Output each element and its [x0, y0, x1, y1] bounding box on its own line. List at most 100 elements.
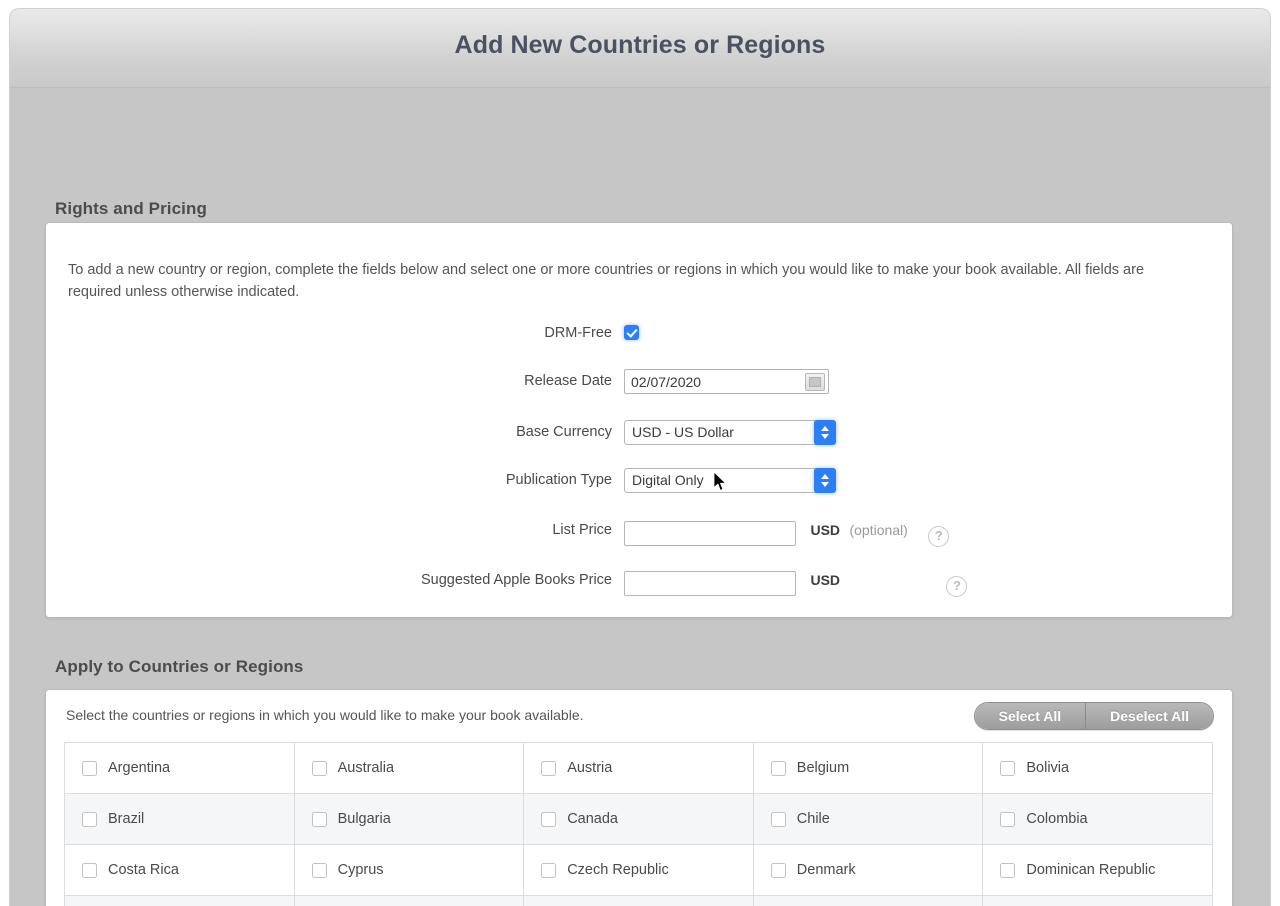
form-row-publication-type: Publication Type Digital Only — [46, 465, 1232, 495]
country-cell[interactable]: Austria — [524, 743, 754, 794]
country-cell[interactable]: Brazil — [65, 794, 295, 845]
rights-intro-text: To add a new country or region, complete… — [68, 262, 1145, 301]
country-checkbox[interactable] — [311, 760, 327, 776]
country-label: Chile — [796, 811, 830, 827]
country-label: Bulgaria — [337, 811, 391, 827]
country-label: Costa Rica — [108, 862, 179, 878]
rights-and-pricing-card: To add a new country or region, complete… — [45, 222, 1233, 618]
suggested-price-control: USD ? — [624, 565, 968, 597]
release-date-input[interactable] — [624, 369, 829, 394]
country-cell[interactable]: Canada — [524, 794, 754, 845]
help-circle-icon[interactable]: ? — [928, 526, 950, 547]
countries-hint-text: Select the countries or regions in which… — [66, 707, 584, 723]
dialog-window: Add New Countries or Regions Rights and … — [10, 9, 1270, 906]
drm-free-label: DRM-Free — [544, 325, 612, 341]
country-checkbox[interactable] — [1000, 760, 1016, 776]
country-row: Argentina Australia Austria Belgium Bolivia — [65, 743, 1213, 794]
publication-type-control: Digital Only — [624, 465, 836, 495]
country-label: Denmark — [796, 862, 856, 878]
country-label: Belgium — [796, 760, 850, 776]
chevron-updown-icon[interactable] — [814, 420, 836, 445]
country-checkbox[interactable] — [82, 760, 97, 776]
country-cell[interactable]: Bulgaria — [294, 794, 525, 845]
country-label: Cyprus — [337, 862, 384, 878]
country-cell[interactable]: Cyprus — [294, 845, 525, 896]
country-cell[interactable]: Chile — [753, 794, 984, 845]
form-row-base-currency: Base Currency USD - US Dollar — [46, 417, 1232, 447]
country-checkbox[interactable] — [541, 811, 557, 827]
country-checkbox[interactable] — [311, 862, 327, 878]
deselect-all-button[interactable]: Deselect All — [1085, 703, 1213, 729]
country-checkbox[interactable] — [770, 862, 786, 878]
country-checkbox[interactable] — [82, 811, 97, 827]
country-checkbox[interactable] — [1000, 811, 1016, 827]
base-currency-control: USD - US Dollar — [624, 417, 836, 447]
country-cell[interactable]: Ecuador — [65, 896, 295, 906]
suggested-price-input[interactable] — [624, 570, 796, 596]
country-label: Czech Republic — [567, 862, 669, 878]
country-cell[interactable]: Finland — [753, 896, 984, 906]
country-cell[interactable]: Costa Rica — [65, 845, 295, 896]
country-checkbox[interactable] — [1000, 862, 1016, 878]
country-checkbox[interactable] — [770, 811, 786, 827]
calendar-icon[interactable] — [805, 373, 825, 391]
list-price-currency-unit: USD — [810, 522, 841, 538]
list-price-input[interactable] — [624, 520, 796, 546]
country-cell[interactable]: El Salvador — [294, 896, 525, 906]
screen: Add New Countries or Regions Rights and … — [0, 0, 1280, 906]
window-title: Add New Countries or Regions — [454, 31, 826, 59]
country-cell[interactable]: Czech Republic — [524, 845, 754, 896]
publication-type-selected-value: Digital Only — [632, 472, 704, 488]
country-checkbox[interactable] — [311, 811, 327, 827]
country-label: Argentina — [108, 760, 171, 776]
suggested-price-label: Suggested Apple Books Price — [420, 572, 612, 588]
help-circle-icon[interactable]: ? — [946, 576, 968, 597]
window-body: Rights and Pricing To add a new country … — [10, 88, 1270, 906]
release-date-label: Release Date — [524, 373, 612, 389]
country-label: Australia — [337, 760, 395, 776]
country-checkbox[interactable] — [541, 862, 557, 878]
base-currency-label: Base Currency — [516, 424, 612, 440]
base-currency-select[interactable]: USD - US Dollar — [624, 420, 836, 445]
select-deselect-segmented-control: Select All Deselect All — [973, 702, 1214, 730]
suggested-price-currency-unit: USD — [810, 572, 841, 588]
country-label: Bolivia — [1026, 760, 1070, 776]
country-cell[interactable]: Bolivia — [983, 743, 1213, 794]
country-label: Austria — [567, 760, 613, 776]
country-cell[interactable]: Belgium — [753, 743, 984, 794]
chevron-updown-icon[interactable] — [814, 468, 836, 493]
drm-free-checkbox[interactable] — [624, 325, 639, 340]
rights-and-pricing-heading: Rights and Pricing — [55, 199, 207, 218]
apply-to-countries-heading: Apply to Countries or Regions — [55, 657, 304, 676]
form-row-suggested-price: Suggested Apple Books Price USD ? — [46, 565, 1232, 597]
country-cell[interactable]: Estonia — [524, 896, 754, 906]
publication-type-label: Publication Type — [505, 472, 612, 488]
country-label: Brazil — [108, 811, 145, 827]
country-cell[interactable]: Colombia — [983, 794, 1213, 845]
country-cell[interactable]: Australia — [294, 743, 525, 794]
list-price-label: List Price — [552, 522, 612, 538]
window-titlebar: Add New Countries or Regions — [10, 9, 1270, 88]
base-currency-selected-value: USD - US Dollar — [632, 424, 734, 440]
country-label: Dominican Republic — [1026, 862, 1156, 878]
select-all-button[interactable]: Select All — [974, 703, 1086, 729]
list-price-optional-note: (optional) — [849, 522, 908, 538]
publication-type-select[interactable]: Digital Only — [624, 468, 836, 493]
drm-free-control — [624, 318, 639, 348]
countries-card: Select the countries or regions in which… — [45, 689, 1233, 906]
country-cell[interactable]: Argentina — [65, 743, 295, 794]
country-label: Colombia — [1026, 811, 1088, 827]
country-checkbox[interactable] — [770, 760, 786, 776]
country-label: Canada — [567, 811, 618, 827]
country-cell[interactable]: Denmark — [753, 845, 984, 896]
form-row-drm-free: DRM-Free — [46, 318, 1232, 348]
country-cell[interactable]: Dominican Republic — [983, 845, 1213, 896]
country-row: Brazil Bulgaria Canada Chile Colombia — [65, 794, 1213, 845]
form-row-list-price: List Price USD (optional) ? — [46, 515, 1232, 547]
country-checkbox-grid: Argentina Australia Austria Belgium Bolivia B… — [64, 742, 1213, 906]
release-date-field-wrapper — [624, 366, 829, 394]
country-checkbox[interactable] — [541, 760, 557, 776]
country-row: EcuadorEl SalvadorEstoniaFinlandFrance — [65, 896, 1213, 906]
country-cell[interactable]: France — [983, 896, 1213, 906]
country-checkbox[interactable] — [82, 862, 97, 878]
